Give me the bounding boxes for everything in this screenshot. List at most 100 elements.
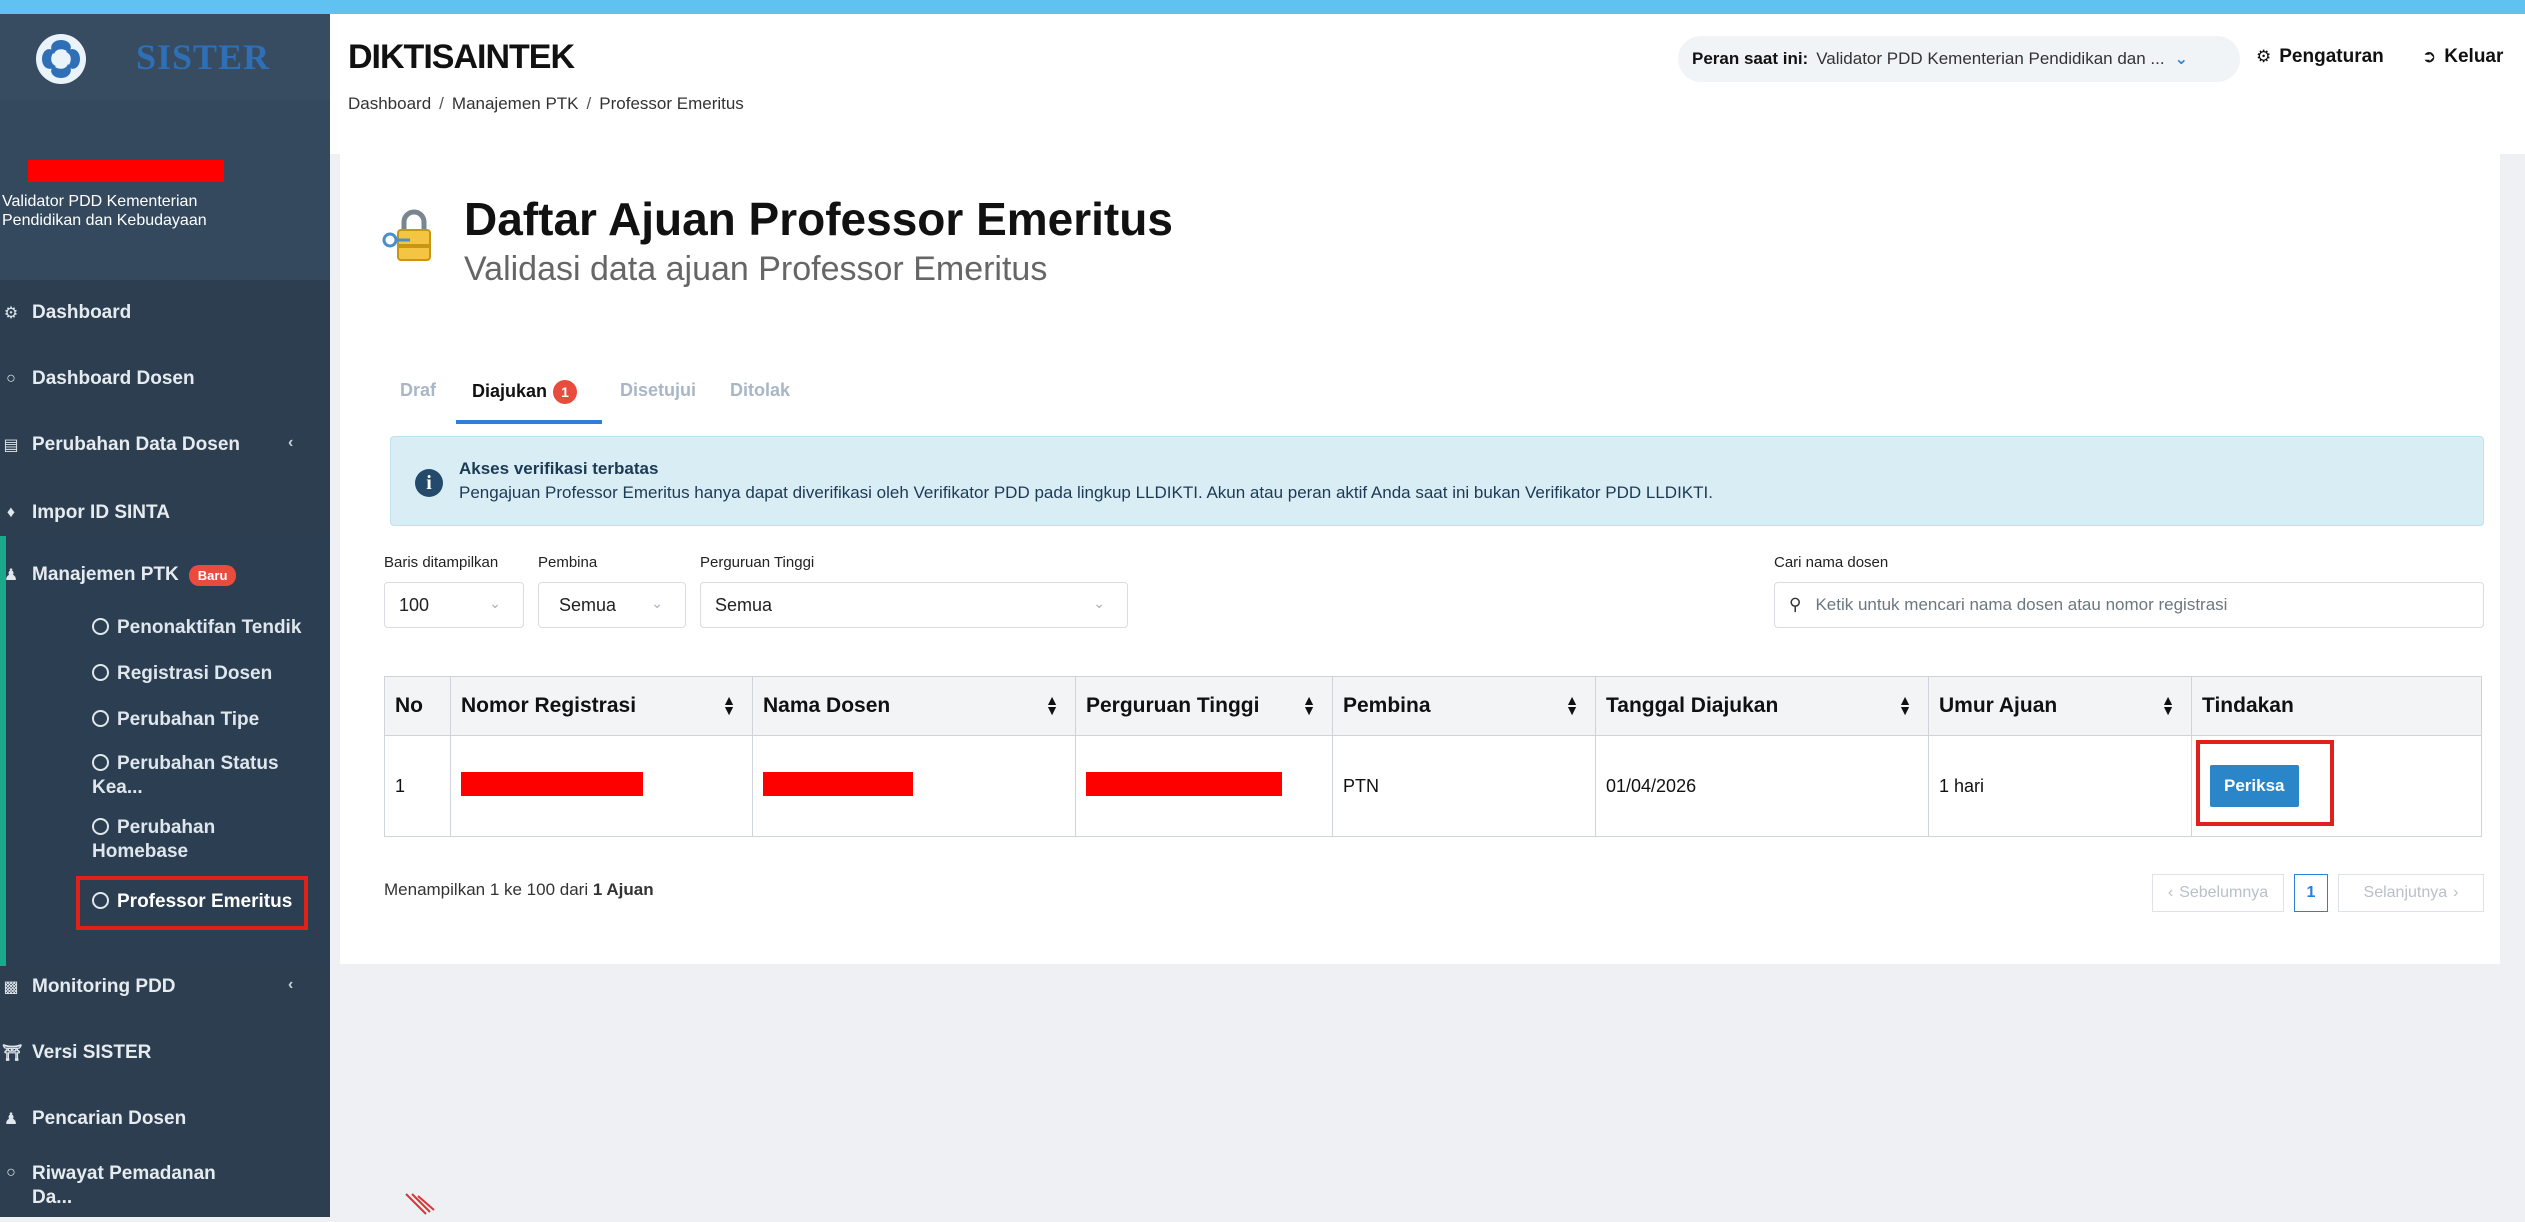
chevron-right-icon: › — [2453, 884, 2459, 901]
pembina-label: Pembina — [538, 554, 598, 571]
redacted-value — [1086, 771, 1282, 796]
pembina-select[interactable]: Semua ⌄ — [538, 582, 686, 628]
role-label: Peran saat ini: — [1692, 49, 1809, 68]
breadcrumb-current: Professor Emeritus — [599, 94, 744, 113]
sidebar-subitem-perubahan-tipe[interactable]: Perubahan Tipe — [0, 700, 330, 740]
sidebar-subitem-registrasi-dosen[interactable]: Registrasi Dosen — [0, 654, 330, 694]
sidebar: SISTER Validator PDD Kementerian Pendidi… — [0, 14, 330, 1217]
header-label: Perguruan Tinggi — [1086, 694, 1260, 717]
chevron-left-icon: ‹ — [2167, 884, 2174, 901]
chevron-down-icon: ⌄ — [2174, 51, 2189, 68]
cell-pembina: PTN — [1332, 735, 1596, 837]
settings-link[interactable]: ⚙ Pengaturan — [2256, 46, 2384, 68]
bank-icon: ⛩ — [2, 1045, 23, 1062]
sidebar-item-dashboard[interactable]: ⚙ Dashboard — [0, 288, 330, 338]
sidebar-item-impor-id-sinta[interactable]: ♦ Impor ID SINTA — [0, 488, 330, 538]
prev-label: Sebelumnya — [2179, 884, 2269, 901]
perguruan-tinggi-select[interactable]: Semua ⌄ — [700, 582, 1128, 628]
circle-icon — [92, 664, 109, 681]
role-value: Validator PDD Kementerian Pendidikan dan… — [1816, 49, 2165, 68]
top-accent-strip — [0, 0, 2525, 14]
content-panel: Daftar Ajuan Professor Emeritus Validasi… — [340, 154, 2500, 964]
rows-value: 100 — [399, 594, 430, 615]
decorative-logo-icon — [404, 1192, 444, 1222]
sidebar-item-dashboard-dosen[interactable]: ○ Dashboard Dosen — [0, 354, 330, 404]
chevron-down-icon: ⌄ — [489, 595, 501, 611]
col-nomor-registrasi[interactable]: Nomor Registrasi ▲ ▼ — [450, 676, 753, 736]
brand-name: SISTER — [136, 37, 271, 77]
redacted-value — [763, 771, 913, 796]
rows-per-page-select[interactable]: 100 ⌄ — [384, 582, 524, 628]
highlight-annotation — [2196, 740, 2334, 826]
circle-icon — [92, 754, 109, 771]
col-nama-dosen[interactable]: Nama Dosen ▲ ▼ — [752, 676, 1076, 736]
tab-label: Diajukan — [472, 381, 548, 401]
circle-icon — [92, 618, 109, 635]
sidebar-subitem-penonaktifan-tendik[interactable]: Penonaktifan Tendik — [0, 608, 330, 648]
document-icon: ▤ — [3, 437, 19, 454]
page-number-current[interactable]: 1 — [2294, 874, 2328, 912]
sidebar-item-versi-sister[interactable]: ⛩ Versi SISTER — [0, 1028, 330, 1078]
alert-title: Akses verifikasi terbatas — [459, 459, 659, 478]
sort-icon: ▲ ▼ — [1898, 692, 1912, 718]
count-badge: 1 — [553, 380, 578, 404]
new-badge: Baru — [188, 564, 237, 586]
tab-draf[interactable]: Draf — [400, 380, 436, 401]
tab-diajukan[interactable]: Diajukan 1 — [472, 380, 578, 404]
logout-link[interactable]: ➲ Keluar — [2422, 46, 2503, 68]
sidebar-item-manajemen-ptk[interactable]: ♟ Manajemen PTK Baru — [0, 550, 330, 600]
pt-value: Semua — [715, 594, 773, 615]
pt-label: Perguruan Tinggi — [700, 554, 815, 571]
brand[interactable]: SISTER — [0, 14, 330, 100]
sidebar-item-label: Monitoring PDD — [32, 976, 176, 997]
tab-label: Draf — [400, 380, 437, 400]
col-no: No — [384, 676, 451, 736]
sort-icon: ▲ ▼ — [722, 692, 736, 718]
breadcrumb-dashboard[interactable]: Dashboard — [348, 94, 431, 113]
import-icon: ♦ — [6, 504, 16, 521]
header-label: Pembina — [1343, 694, 1431, 717]
sidebar-item-riwayat-pemadanan[interactable]: ○ Riwayat Pemadanan Da... — [0, 1162, 330, 1217]
sidebar-item-pencarian-dosen[interactable]: ♟ Pencarian Dosen — [0, 1094, 330, 1144]
redacted-user-name — [28, 160, 224, 182]
circle-icon — [92, 710, 109, 727]
col-pembina[interactable]: Pembina ▲ ▼ — [1332, 676, 1596, 736]
tab-disetujui[interactable]: Disetujui — [620, 380, 696, 401]
sidebar-item-perubahan-data-dosen[interactable]: ▤ Perubahan Data Dosen ‹ — [0, 420, 330, 470]
cell-nomor-registrasi — [450, 735, 753, 837]
chart-icon: ▩ — [3, 979, 19, 996]
header-label: Nama Dosen — [763, 694, 891, 717]
col-perguruan-tinggi[interactable]: Perguruan Tinggi ▲ ▼ — [1075, 676, 1333, 736]
search-icon: ⚲ — [1789, 595, 1802, 614]
next-label: Selanjutnya — [2363, 884, 2448, 901]
col-umur-ajuan[interactable]: Umur Ajuan ▲ ▼ — [1928, 676, 2192, 736]
cell-tindakan: Periksa — [2191, 735, 2482, 837]
role-selector[interactable]: Peran saat ini: Validator PDD Kementeria… — [1678, 36, 2240, 82]
chevron-left-icon: ‹ — [288, 434, 294, 451]
redacted-value — [461, 771, 643, 796]
tab-ditolak[interactable]: Ditolak — [730, 380, 790, 401]
subitem-label: Perubahan Homebase — [92, 817, 216, 862]
sidebar-item-monitoring-pdd[interactable]: ▩ Monitoring PDD ‹ — [0, 962, 330, 1012]
rows-label: Baris ditampilkan — [384, 554, 499, 571]
prev-page-button[interactable]: ‹ Sebelumnya — [2152, 874, 2284, 912]
search-label: Cari nama dosen — [1774, 554, 1889, 571]
tab-label: Ditolak — [730, 380, 791, 400]
info-alert: i Akses verifikasi terbatas Pengajuan Pr… — [390, 436, 2484, 526]
page-title: Daftar Ajuan Professor Emeritus — [464, 193, 1173, 245]
chevron-down-icon: ⌄ — [651, 595, 663, 611]
next-page-button[interactable]: Selanjutnya › — [2338, 874, 2484, 912]
sort-icon: ▲ ▼ — [1302, 692, 1316, 718]
col-tanggal-diajukan[interactable]: Tanggal Diajukan ▲ ▼ — [1595, 676, 1929, 736]
header-label: Nomor Registrasi — [461, 694, 637, 717]
subitem-label: Perubahan Tipe — [117, 709, 260, 730]
highlight-annotation — [76, 876, 308, 930]
sidebar-subitem-perubahan-status[interactable]: Perubahan Status Kea... — [0, 746, 330, 806]
users-icon: ♟ — [3, 1111, 19, 1128]
cell-nama-dosen — [752, 735, 1076, 837]
sort-icon: ▲ ▼ — [2161, 692, 2175, 718]
breadcrumb-manajemen-ptk[interactable]: Manajemen PTK — [452, 94, 579, 113]
sidebar-subitem-perubahan-homebase[interactable]: Perubahan Homebase — [0, 810, 330, 870]
sort-icon: ▲ ▼ — [1045, 692, 1059, 718]
search-input[interactable]: ⚲ Ketik untuk mencari nama dosen atau no… — [1774, 582, 2484, 628]
